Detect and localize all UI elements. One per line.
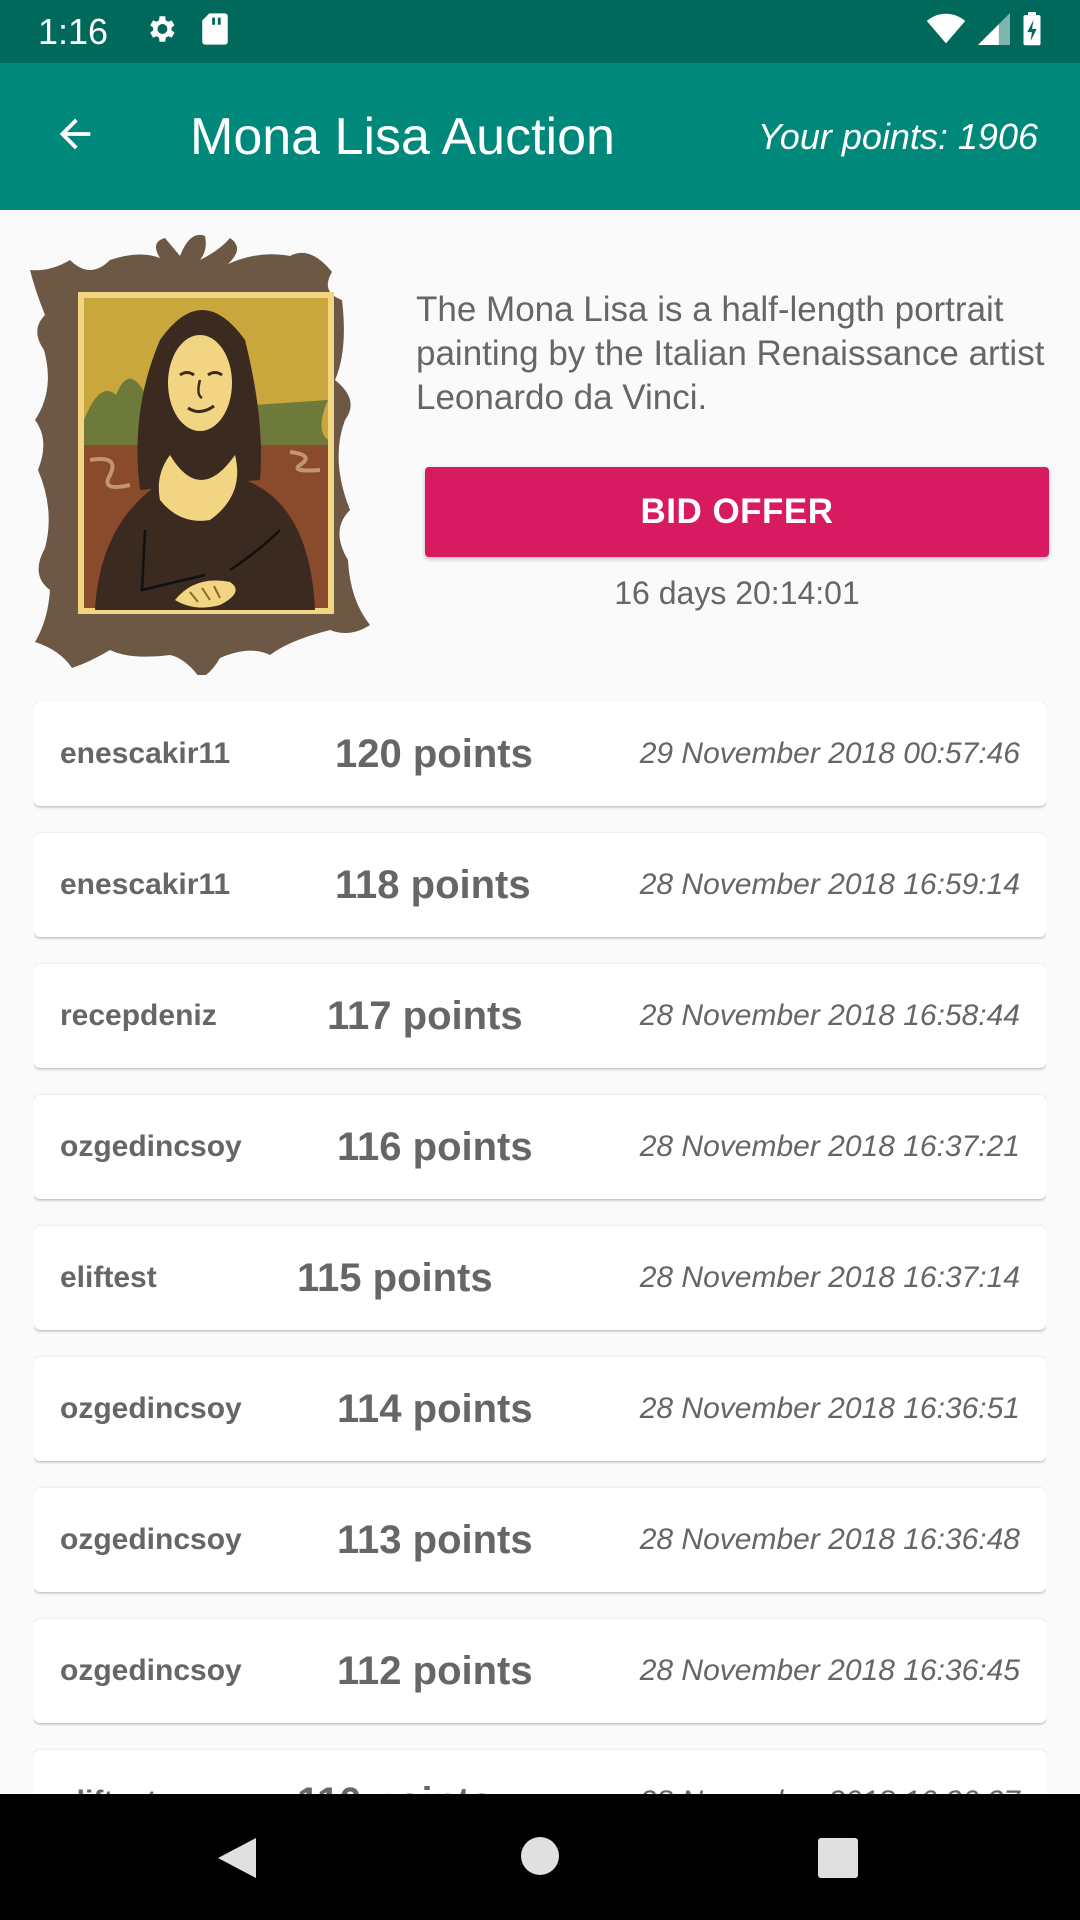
bid-date: 28 November 2018 16:36:48 <box>639 1523 1020 1556</box>
bids-list[interactable]: enescakir11 120 points 29 November 2018 … <box>34 702 1046 1794</box>
bid-points: 112 points <box>337 1648 533 1693</box>
recents-square-icon[interactable] <box>818 1838 858 1883</box>
auction-countdown: 16 days 20:14:01 <box>614 575 860 611</box>
bid-offer-button[interactable]: BID OFFER <box>425 467 1049 557</box>
bid-points: 117 points <box>327 993 523 1038</box>
bid-points: 118 points <box>335 862 531 907</box>
bid-points: 113 points <box>337 1517 533 1562</box>
bid-date: 28 November 2018 16:36:45 <box>639 1654 1020 1687</box>
status-bar: 1:16 <box>0 0 1080 63</box>
bid-date: 28 November 2018 16:37:21 <box>639 1130 1020 1163</box>
bid-date: 28 November 2018 16:36:51 <box>639 1392 1020 1425</box>
bid-username: ozgedincsoy <box>60 1130 242 1163</box>
battery-icon <box>1022 12 1042 51</box>
bid-username: eliftest <box>60 1785 157 1794</box>
page-title: Mona Lisa Auction <box>190 107 615 166</box>
bid-username: ozgedincsoy <box>60 1654 242 1687</box>
settings-icon <box>144 12 178 51</box>
bid-card[interactable]: ozgedincsoy 112 points 28 November 2018 … <box>34 1619 1046 1723</box>
bid-username: enescakir11 <box>60 868 231 901</box>
auction-header: The Mona Lisa is a half-length portrait … <box>0 210 1080 678</box>
bid-username: eliftest <box>60 1261 157 1294</box>
bid-username: ozgedincsoy <box>60 1392 242 1425</box>
bid-card[interactable]: eliftest 110 points 28 November 2018 16:… <box>34 1750 1046 1794</box>
bid-username: ozgedincsoy <box>60 1523 242 1556</box>
sd-card-icon <box>200 12 230 51</box>
mona-lisa-painting-image <box>30 230 380 678</box>
bid-date: 28 November 2018 16:37:14 <box>639 1261 1020 1294</box>
app-bar: Mona Lisa Auction Your points: 1906 <box>0 63 1080 210</box>
bid-points: 114 points <box>337 1386 533 1431</box>
bid-date: 29 November 2018 00:57:46 <box>639 737 1020 770</box>
bid-date: 28 November 2018 16:36:37 <box>640 1785 1020 1794</box>
painting-description: The Mona Lisa is a half-length portrait … <box>416 290 1045 417</box>
bid-card[interactable]: ozgedincsoy 114 points 28 November 2018 … <box>34 1357 1046 1461</box>
bid-points: 116 points <box>337 1124 533 1169</box>
signal-icon <box>978 13 1010 50</box>
bid-username: enescakir11 <box>60 737 231 770</box>
home-circle-icon[interactable] <box>520 1836 560 1881</box>
bid-date: 28 November 2018 16:59:14 <box>639 868 1020 901</box>
back-triangle-icon[interactable] <box>216 1836 258 1885</box>
bid-card[interactable]: eliftest 115 points 28 November 2018 16:… <box>34 1226 1046 1330</box>
bid-card[interactable]: enescakir11 118 points 28 November 2018 … <box>34 833 1046 937</box>
bid-date: 28 November 2018 16:58:44 <box>639 999 1020 1032</box>
user-points: Your points: 1906 <box>757 115 1038 157</box>
bid-points: 115 points <box>297 1255 493 1300</box>
bid-username: recepdeniz <box>60 999 217 1032</box>
wifi-icon <box>926 13 966 50</box>
bid-card[interactable]: ozgedincsoy 113 points 28 November 2018 … <box>34 1488 1046 1592</box>
system-nav-bar <box>0 1794 1080 1920</box>
back-button[interactable] <box>0 63 150 210</box>
bid-card[interactable]: recepdeniz 117 points 28 November 2018 1… <box>34 964 1046 1068</box>
status-time: 1:16 <box>38 10 109 52</box>
bid-card[interactable]: ozgedincsoy 116 points 28 November 2018 … <box>34 1095 1046 1199</box>
bid-points: 120 points <box>335 731 533 776</box>
bid-card[interactable]: enescakir11 120 points 29 November 2018 … <box>34 702 1046 806</box>
arrow-back-icon <box>52 111 98 162</box>
bid-points: 110 points <box>297 1780 493 1795</box>
